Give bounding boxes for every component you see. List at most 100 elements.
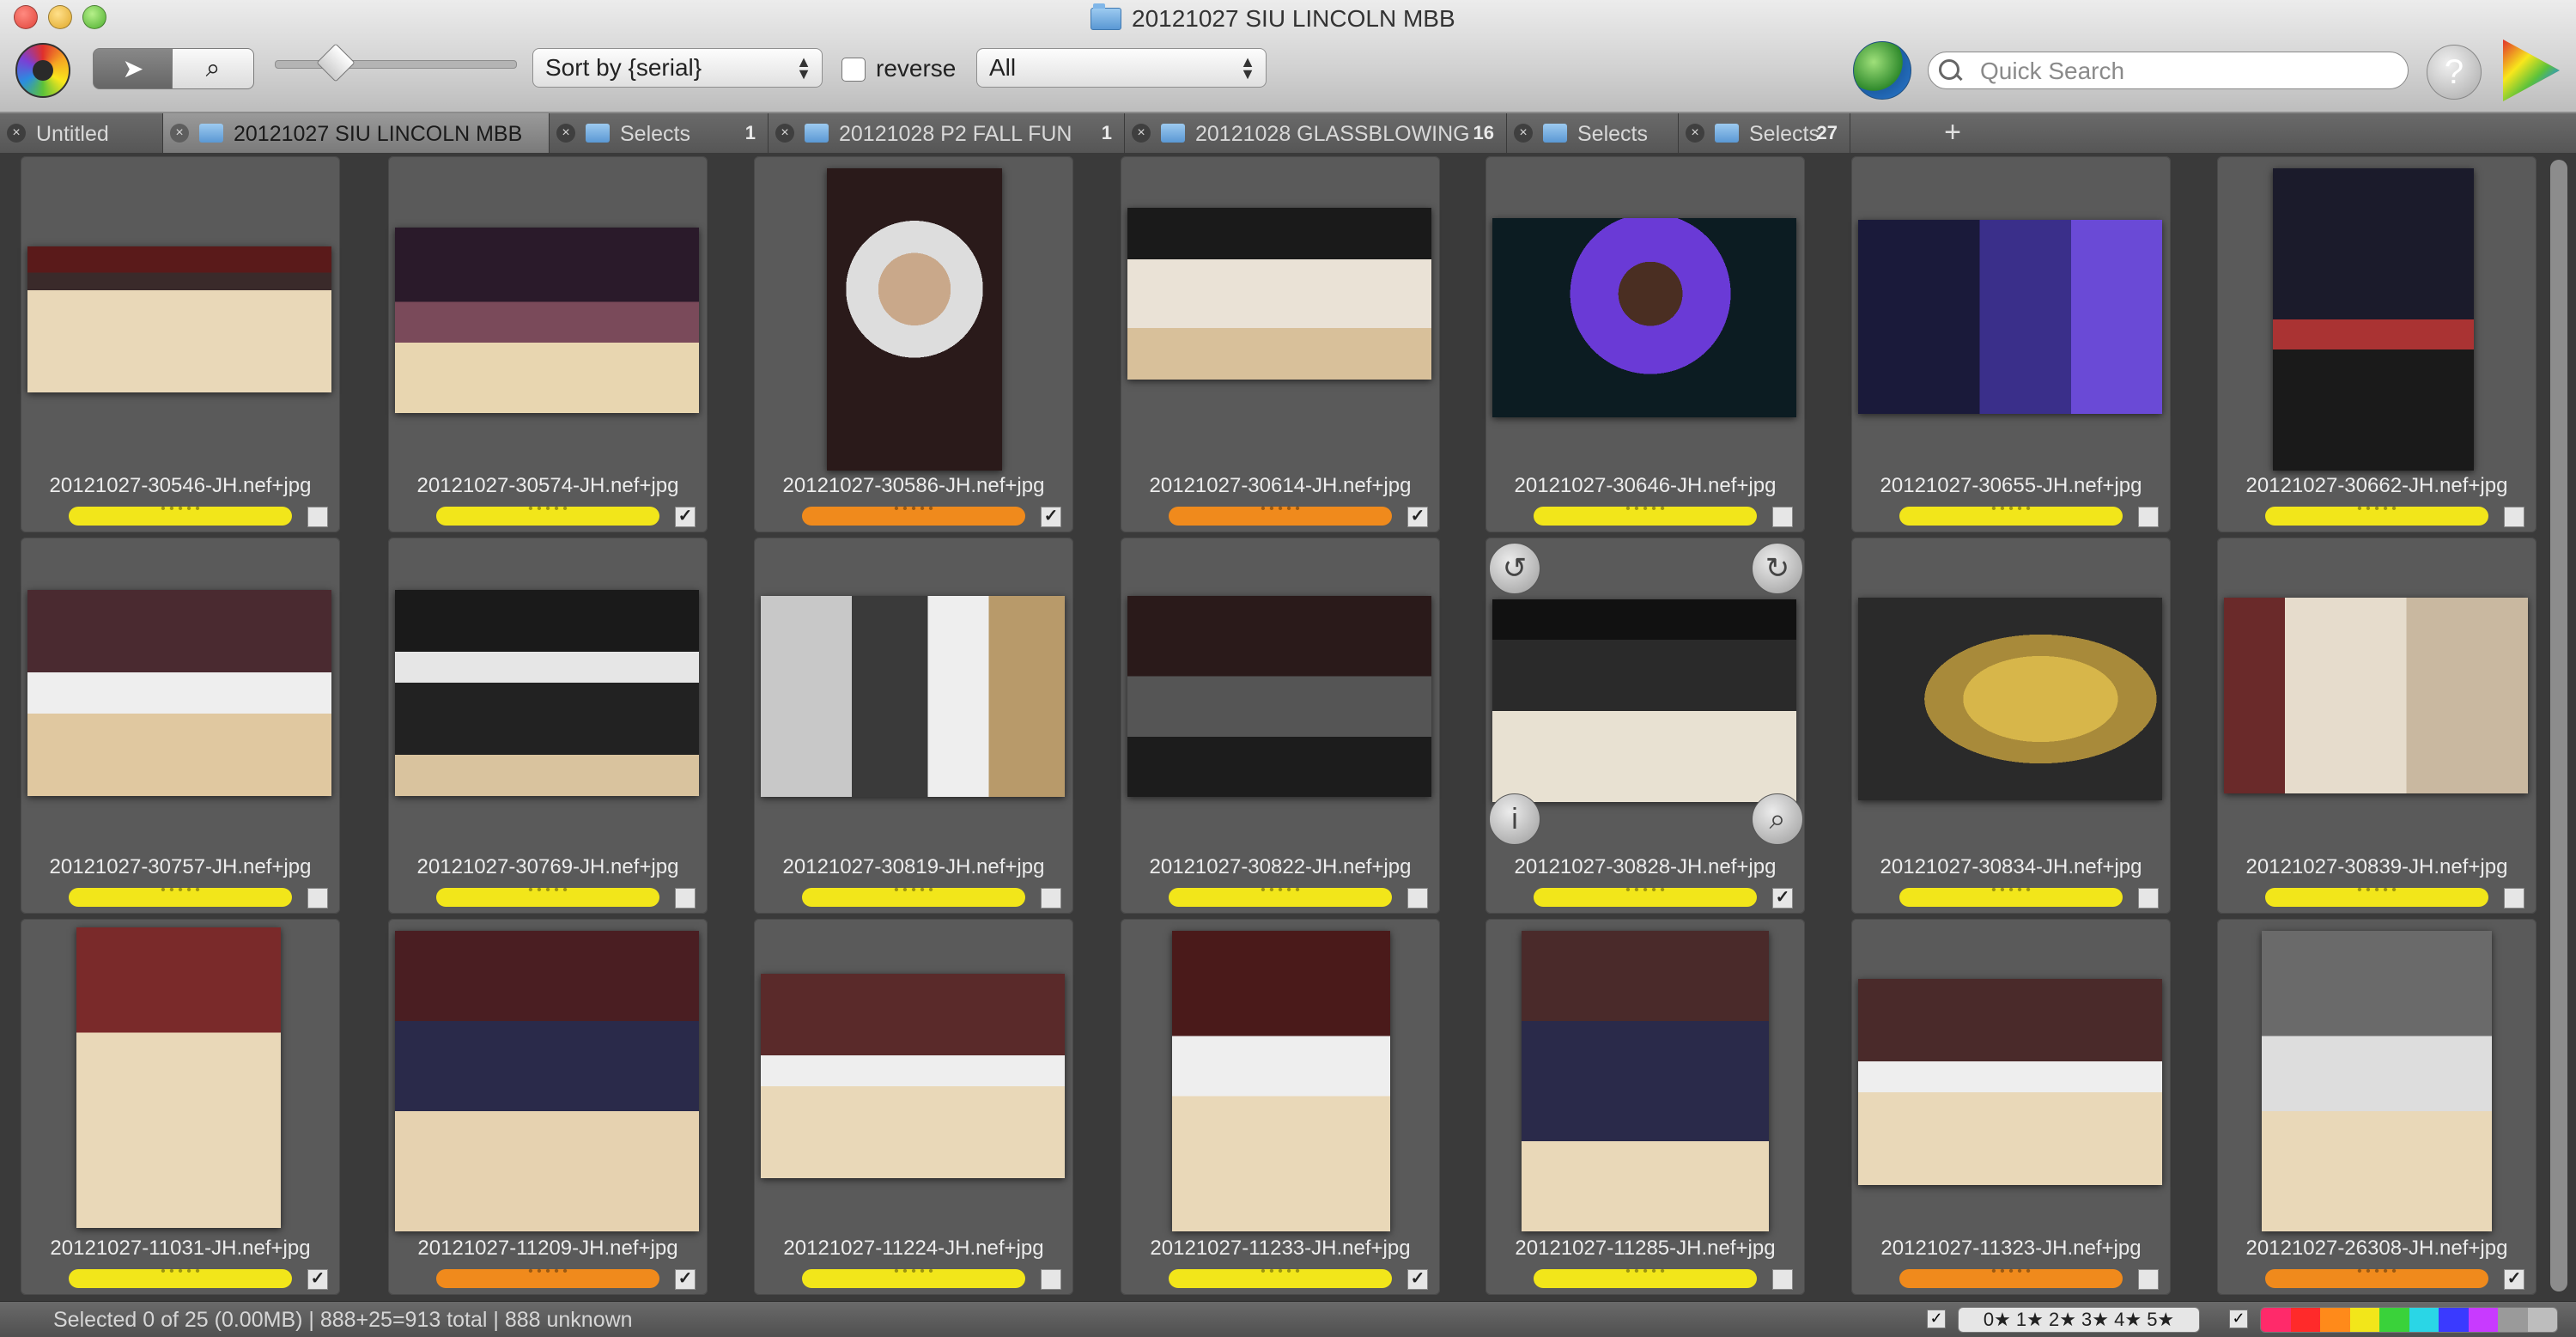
photo-thumbnail[interactable] [1492,218,1796,417]
select-checkbox[interactable] [307,507,328,527]
photo-thumbnail[interactable] [1522,931,1769,1231]
thumbnail-cell[interactable]: 20121027-30839-JH.nef+jpg [2217,538,2537,914]
tab-7[interactable]: × Selects 27 [1679,113,1850,153]
thumbnail-cell[interactable]: 20121027-11224-JH.nef+jpg [754,919,1073,1295]
color-filter-checkbox[interactable]: ✓ [2229,1310,2248,1328]
color-label-swatch[interactable] [2527,1308,2557,1332]
select-checkbox[interactable] [2138,1269,2159,1290]
rating-label-bar[interactable] [2265,501,2488,526]
sort-popup[interactable]: Sort by {serial} ▲ ▼ [532,48,823,88]
color-wheel-icon[interactable] [2503,40,2560,101]
color-label-filter[interactable] [2260,1307,2558,1333]
thumbnail-cell[interactable]: 20121027-11323-JH.nef+jpg [1851,919,2171,1295]
photo-thumbnail[interactable] [1858,220,2162,414]
color-label-swatch[interactable] [2468,1308,2498,1332]
select-checkbox[interactable] [675,888,696,909]
color-label-swatch[interactable] [2261,1308,2291,1332]
photo-thumbnail[interactable] [827,168,1002,471]
thumbnail-cell[interactable]: 20121027-30586-JH.nef+jpg ✓ [754,156,1073,532]
thumbnail-cell[interactable]: 20121027-30546-JH.nef+jpg [21,156,340,532]
close-tab-icon[interactable]: × [556,124,575,143]
rating-label-bar[interactable] [1534,1264,1757,1288]
select-checkbox[interactable]: ✓ [1041,507,1061,527]
thumbnail-cell[interactable]: 20121027-30757-JH.nef+jpg [21,538,340,914]
filter-popup[interactable]: All ▲ ▼ [976,48,1267,88]
photo-thumbnail[interactable] [1127,208,1431,380]
photo-thumbnail[interactable] [1172,931,1390,1231]
rating-label-bar[interactable] [2265,1264,2488,1288]
photo-thumbnail[interactable] [761,974,1065,1178]
rating-label-bar[interactable] [1899,883,2123,907]
photo-thumbnail[interactable] [395,228,699,413]
close-tab-icon[interactable]: × [1686,124,1704,143]
rating-label-bar[interactable] [802,1264,1025,1288]
close-window-button[interactable] [14,5,38,29]
pointer-tool-button[interactable]: ➤ [93,48,173,89]
rating-label-bar[interactable] [1899,1264,2123,1288]
thumbnail-cell[interactable]: 20121027-30662-JH.nef+jpg [2217,156,2537,532]
photo-thumbnail[interactable] [1127,596,1431,797]
photo-thumbnail[interactable] [2273,168,2474,471]
color-label-swatch[interactable] [2290,1308,2320,1332]
select-checkbox[interactable]: ✓ [675,507,696,527]
tab-3[interactable]: × Selects 1 [550,113,769,153]
close-tab-icon[interactable]: × [7,124,26,143]
tab-4[interactable]: × 20121028 P2 FALL FUN 1 [769,113,1125,153]
select-checkbox[interactable] [1407,888,1428,909]
color-label-swatch[interactable] [2409,1308,2439,1332]
rating-label-bar[interactable] [1534,501,1757,526]
select-checkbox[interactable] [307,888,328,909]
thumbnail-cell[interactable]: 20121027-26308-JH.nef+jpg ✓ [2217,919,2537,1295]
rating-label-bar[interactable] [69,1264,292,1288]
select-checkbox[interactable]: ✓ [1407,507,1428,527]
select-checkbox[interactable] [1041,1269,1061,1290]
color-label-swatch[interactable] [2498,1308,2528,1332]
rating-label-bar[interactable] [1169,883,1392,907]
select-checkbox[interactable]: ✓ [675,1269,696,1290]
close-tab-icon[interactable]: × [775,124,794,143]
color-label-swatch[interactable] [2379,1308,2409,1332]
thumbnail-cell[interactable]: 20121027-30819-JH.nef+jpg [754,538,1073,914]
select-checkbox[interactable]: ✓ [307,1269,328,1290]
select-checkbox[interactable] [2138,507,2159,527]
thumbnail-cell[interactable]: 20121027-30614-JH.nef+jpg ✓ [1121,156,1440,532]
globe-icon[interactable] [1853,41,1911,100]
rating-filter-checkbox[interactable]: ✓ [1927,1310,1946,1328]
quick-search-field[interactable] [1928,52,2409,89]
rating-label-bar[interactable] [802,883,1025,907]
add-tab-button[interactable]: + [1937,116,1968,149]
rating-label-bar[interactable] [436,1264,659,1288]
close-tab-icon[interactable]: × [1132,124,1151,143]
select-checkbox[interactable] [1041,888,1061,909]
help-icon[interactable]: ? [2427,45,2482,100]
select-checkbox[interactable] [2504,888,2524,909]
photo-thumbnail[interactable] [395,590,699,796]
close-tab-icon[interactable]: × [170,124,189,143]
photo-thumbnail[interactable] [76,927,281,1228]
select-checkbox[interactable] [2138,888,2159,909]
thumbnail-cell[interactable]: 20121027-30834-JH.nef+jpg [1851,538,2171,914]
thumbnail-cell[interactable]: 20121027-30574-JH.nef+jpg ✓ [388,156,708,532]
thumbnail-cell[interactable]: 20121027-11233-JH.nef+jpg ✓ [1121,919,1440,1295]
thumbnail-cell[interactable]: 20121027-30828-JH.nef+jpg ✓ ↺ ↻ i ⌕ [1485,538,1805,914]
quick-search-input[interactable] [1978,56,2394,87]
photo-thumbnail[interactable] [395,931,699,1231]
minimize-window-button[interactable] [48,5,72,29]
photo-thumbnail[interactable] [761,596,1065,797]
select-checkbox[interactable]: ✓ [1772,888,1793,909]
select-checkbox[interactable]: ✓ [2504,1269,2524,1290]
zoom-window-button[interactable] [82,5,106,29]
thumbnail-cell[interactable]: 20121027-30655-JH.nef+jpg [1851,156,2171,532]
tab-1[interactable]: × Untitled [0,113,163,153]
photo-thumbnail[interactable] [1858,979,2162,1185]
select-checkbox[interactable] [1772,1269,1793,1290]
slider-thumb[interactable] [316,43,355,82]
thumbnail-cell[interactable]: 20121027-30769-JH.nef+jpg [388,538,708,914]
rating-label-bar[interactable] [1169,501,1392,526]
vertical-scrollbar[interactable] [2543,153,2576,1301]
photo-thumbnail[interactable] [1858,598,2162,800]
photo-thumbnail[interactable] [27,590,331,796]
thumbnail-size-slider[interactable] [275,43,517,82]
thumbnail-cell[interactable]: 20121027-30646-JH.nef+jpg [1485,156,1805,532]
rating-label-bar[interactable] [1534,883,1757,907]
